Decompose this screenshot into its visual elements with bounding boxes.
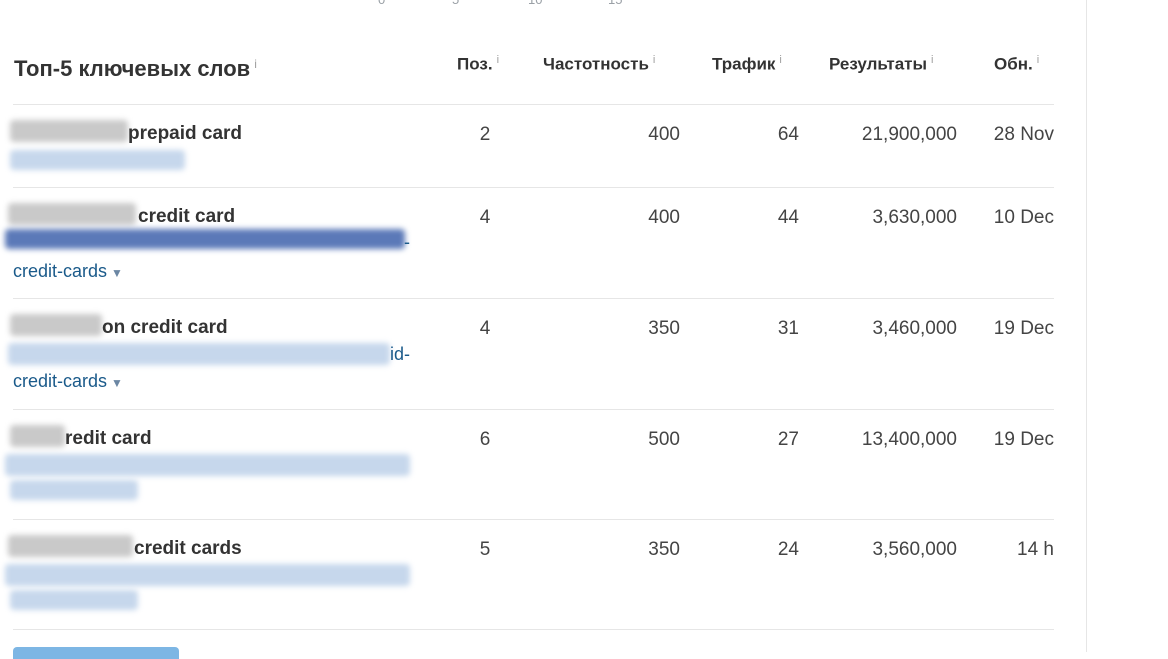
cell-updated: 14 h [1017, 539, 1054, 560]
cell-volume: 350 [648, 539, 680, 560]
cell-volume: 350 [648, 318, 680, 339]
url-link[interactable]: credit-cards ▼ [13, 261, 123, 282]
redacted-url[interactable] [10, 150, 185, 170]
table-row: credit card - credit-cards ▼ 4 400 44 3,6… [0, 188, 1060, 298]
cell-updated: 28 Nov [993, 124, 1054, 145]
column-header-traffic[interactable]: Трафик i [712, 54, 782, 75]
redacted-url[interactable] [8, 343, 390, 365]
keyword-text[interactable]: on credit card [102, 317, 228, 339]
column-header-results[interactable]: Результаты i [829, 54, 933, 75]
url-text: credit-cards [13, 261, 108, 281]
redacted-url[interactable] [5, 564, 410, 586]
cell-traffic: 31 [777, 318, 799, 339]
table-header: Топ-5 ключевых слов i Поз. i Частотность i … [0, 0, 1060, 105]
url-text: credit-cards [13, 371, 108, 391]
column-header-position[interactable]: Поз. i [457, 54, 499, 75]
table-row: on credit card id- credit-cards ▼ 4 350 3… [0, 299, 1060, 409]
cell-position: 2 [479, 124, 491, 145]
cell-position: 5 [479, 539, 491, 560]
redacted-keyword [8, 535, 133, 557]
table-row: redit card 6 500 27 13,400,000 19 Dec [0, 410, 1060, 520]
more-button[interactable] [13, 647, 179, 659]
cell-volume: 400 [648, 124, 680, 145]
cell-results: 13,400,000 [861, 429, 957, 450]
row-divider [13, 629, 1054, 630]
table-title: Топ-5 ключевых слов i [14, 56, 257, 82]
cell-position: 4 [479, 207, 491, 228]
info-icon[interactable]: i [779, 54, 781, 66]
table-row: credit cards 5 350 24 3,560,000 14 h [0, 520, 1060, 630]
cell-results: 21,900,000 [861, 124, 957, 145]
table-row: prepaid card 2 400 64 21,900,000 28 Nov [0, 105, 1060, 187]
keyword-text[interactable]: credit card [138, 206, 235, 228]
info-icon[interactable]: i [653, 54, 655, 66]
info-icon[interactable]: i [931, 54, 933, 66]
cell-position: 4 [479, 318, 491, 339]
url-dash: - [404, 232, 410, 252]
cell-traffic: 64 [777, 124, 799, 145]
panel-right-border [1086, 0, 1087, 652]
cell-traffic: 24 [777, 539, 799, 560]
column-header-label: Частотность [543, 54, 649, 74]
cell-volume: 500 [648, 429, 680, 450]
column-header-label: Трафик [712, 54, 776, 74]
redacted-keyword [10, 314, 102, 336]
cell-results: 3,630,000 [872, 207, 957, 228]
redacted-url[interactable] [10, 590, 138, 610]
info-icon[interactable]: i [254, 57, 257, 71]
url-fragment-tail[interactable]: id- [390, 344, 410, 365]
cell-position: 6 [479, 429, 491, 450]
column-header-label: Поз. [457, 54, 493, 74]
url-link[interactable]: credit-cards ▼ [13, 371, 123, 392]
column-header-updated[interactable]: Обн. i [994, 54, 1039, 75]
info-icon[interactable]: i [1037, 54, 1039, 66]
cell-traffic: 27 [777, 429, 799, 450]
redacted-keyword [10, 120, 128, 142]
dropdown-caret-icon[interactable]: ▼ [111, 376, 123, 390]
cell-traffic: 44 [777, 207, 799, 228]
keyword-text[interactable]: redit card [65, 428, 152, 450]
keyword-text[interactable]: credit cards [134, 538, 242, 560]
cell-updated: 10 Dec [993, 207, 1054, 228]
table-title-text: Топ-5 ключевых слов [14, 56, 251, 81]
dropdown-caret-icon[interactable]: ▼ [111, 266, 123, 280]
keyword-text[interactable]: prepaid card [128, 123, 242, 145]
redacted-url[interactable] [5, 454, 410, 476]
column-header-label: Результаты [829, 54, 928, 74]
column-header-volume[interactable]: Частотность i [543, 54, 655, 75]
cell-updated: 19 Dec [993, 429, 1054, 450]
cell-volume: 400 [648, 207, 680, 228]
column-header-label: Обн. [994, 54, 1033, 74]
redacted-keyword [8, 203, 136, 225]
redacted-url[interactable] [10, 480, 138, 500]
cell-updated: 19 Dec [993, 318, 1054, 339]
cell-results: 3,460,000 [872, 318, 957, 339]
cell-results: 3,560,000 [872, 539, 957, 560]
redacted-url[interactable] [5, 229, 405, 249]
redacted-keyword [10, 425, 65, 447]
info-icon[interactable]: i [497, 54, 499, 66]
